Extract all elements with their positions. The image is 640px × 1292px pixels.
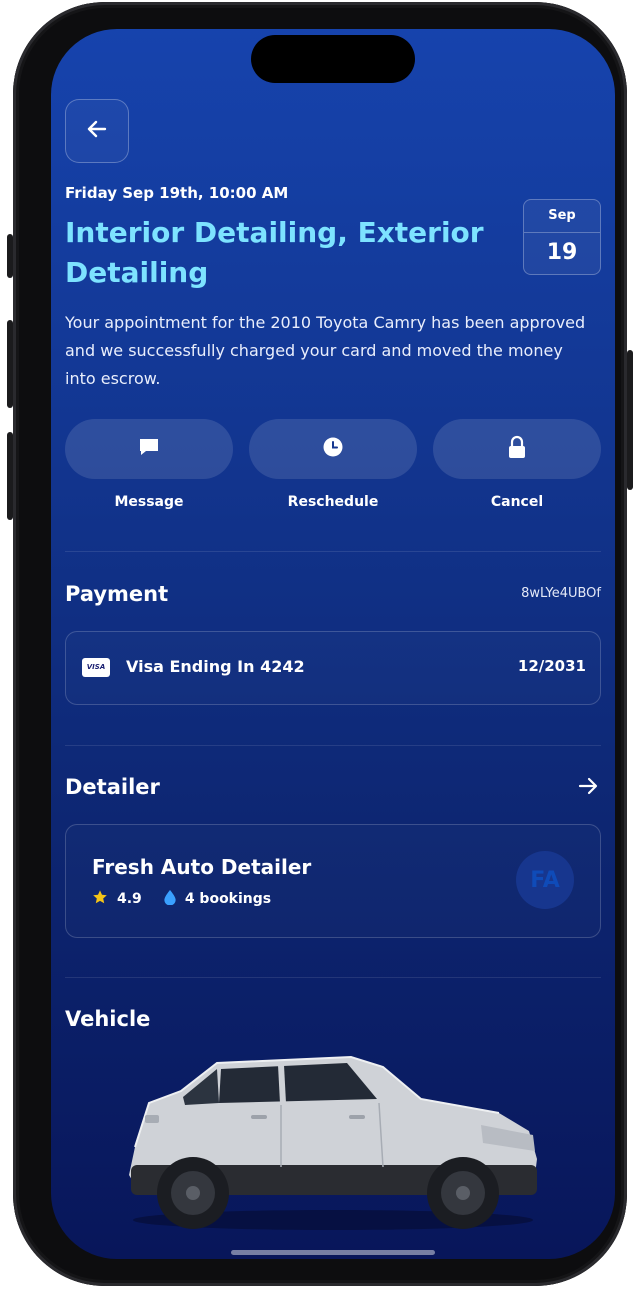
volume-down-button (7, 432, 13, 520)
power-button (627, 350, 633, 490)
back-button[interactable] (65, 99, 129, 163)
card-label: Visa Ending In 4242 (126, 657, 305, 676)
calendar-day: 19 (546, 240, 578, 265)
detailer-meta: 4.9 4 bookings (92, 889, 271, 909)
divider (65, 745, 601, 746)
visa-logo-icon: VISA (82, 658, 110, 677)
divider (65, 977, 601, 978)
reschedule-button[interactable] (249, 419, 417, 479)
payment-heading: Payment (65, 582, 169, 606)
clock-icon (322, 436, 344, 462)
arrow-right-icon[interactable] (577, 775, 599, 801)
dynamic-island (251, 35, 415, 83)
cancel-label: Cancel (490, 494, 544, 510)
bookings-count: 4 bookings (184, 891, 272, 907)
detailer-heading: Detailer (65, 775, 160, 799)
detailer-name: Fresh Auto Detailer (92, 855, 312, 879)
payment-card[interactable]: VISA Visa Ending In 4242 12/2031 (65, 631, 601, 705)
vehicle-image (129, 1055, 537, 1230)
home-indicator (231, 1250, 435, 1255)
lock-icon (506, 435, 528, 463)
reschedule-action[interactable]: Reschedule (249, 419, 417, 510)
appointment-datetime: Friday Sep 19th, 10:00 AM (65, 184, 289, 202)
detailer-avatar: FA (516, 851, 574, 909)
vehicle-heading: Vehicle (65, 1007, 151, 1031)
mute-switch (7, 234, 13, 278)
message-button[interactable] (65, 419, 233, 479)
detailer-card[interactable]: Fresh Auto Detailer 4.9 4 bookings FA (65, 824, 601, 938)
appointment-description: Your appointment for the 2010 Toyota Cam… (65, 313, 586, 388)
message-action[interactable]: Message (65, 419, 233, 510)
app-screen: Friday Sep 19th, 10:00 AM Interior Detai… (51, 29, 615, 1259)
divider (65, 551, 601, 552)
phone-frame: Friday Sep 19th, 10:00 AM Interior Detai… (7, 2, 633, 1286)
calendar-month: Sep (524, 200, 600, 233)
card-expiry: 12/2031 (517, 657, 586, 675)
arrow-left-icon (85, 117, 109, 145)
cancel-action[interactable]: Cancel (433, 419, 601, 510)
appointment-title: Interior Detailing, Exterior Detailing (65, 216, 484, 289)
drop-icon (164, 889, 176, 909)
reschedule-label: Reschedule (287, 494, 379, 510)
transaction-id: 8wLYe4UBOf (521, 586, 601, 601)
message-label: Message (114, 494, 184, 510)
star-icon (92, 889, 108, 909)
calendar-badge: Sep 19 (523, 199, 601, 275)
volume-up-button (7, 320, 13, 408)
rating-value: 4.9 (117, 891, 142, 907)
chat-icon (138, 436, 160, 462)
cancel-button[interactable] (433, 419, 601, 479)
